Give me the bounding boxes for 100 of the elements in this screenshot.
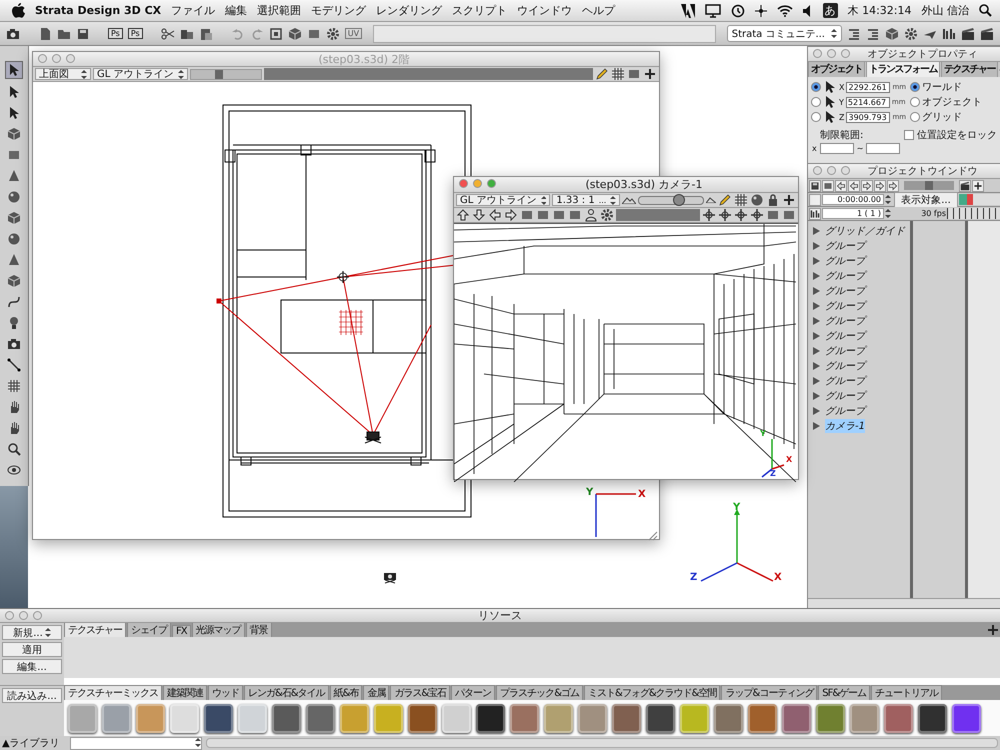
cube-icon[interactable] [288, 26, 302, 40]
community-dropdown[interactable]: Strata コミュニテ... [726, 25, 842, 42]
radio-button[interactable] [811, 112, 821, 122]
texture-swatch[interactable] [510, 704, 539, 732]
resource-tab[interactable]: 光源マップ [192, 622, 245, 637]
menu-item[interactable]: ヘルプ [582, 3, 616, 18]
square-icon[interactable] [536, 208, 550, 222]
eye-icon[interactable] [7, 463, 21, 477]
resize-grip-icon[interactable] [648, 531, 658, 541]
square-icon[interactable] [766, 208, 780, 222]
new-button[interactable]: 新規... [2, 625, 62, 640]
texture-swatch[interactable] [748, 704, 777, 732]
menu-item[interactable]: 編集 [225, 3, 248, 18]
texture-swatch[interactable] [714, 704, 743, 732]
project-item[interactable]: カメラ-1 [825, 418, 865, 432]
project-item[interactable]: グリッド／ガイド [825, 224, 905, 238]
doc-icon[interactable] [38, 26, 52, 40]
project-item[interactable]: グループ [825, 268, 865, 282]
category-tab[interactable]: ミスト&フォグ&クラウド&空間 [584, 685, 720, 700]
bezier-icon[interactable] [7, 295, 21, 309]
texture-swatch[interactable] [578, 704, 607, 732]
frame-rate-field[interactable]: 30 fps [894, 209, 946, 218]
display-icon[interactable] [704, 4, 721, 18]
category-tab[interactable]: レンガ&石&タイル [244, 685, 329, 700]
square-icon[interactable] [822, 180, 834, 192]
disk-icon[interactable] [809, 180, 821, 192]
square-icon[interactable] [552, 208, 566, 222]
line-icon[interactable] [7, 358, 21, 372]
texture-swatch[interactable] [918, 704, 947, 732]
category-tab[interactable]: 金属 [363, 685, 390, 700]
limit-field[interactable] [820, 143, 854, 154]
texture-swatch[interactable] [442, 704, 471, 732]
texture-swatch[interactable] [476, 704, 505, 732]
project-item[interactable]: グループ [825, 344, 865, 358]
cube-icon[interactable] [885, 26, 899, 40]
sphere-icon[interactable] [750, 193, 764, 207]
coordinate-field[interactable]: 2292.261 [846, 82, 890, 92]
photoshop-button[interactable]: Ps [108, 28, 123, 39]
menu-item[interactable]: 選択範囲 [257, 3, 302, 18]
project-item[interactable]: グループ [825, 238, 865, 252]
paste-icon[interactable] [198, 26, 213, 40]
arrow-down-icon[interactable] [472, 208, 486, 222]
clapper-icon[interactable] [959, 180, 971, 192]
sphere-icon[interactable] [7, 232, 21, 246]
radio-button[interactable] [910, 97, 920, 107]
texture-swatch[interactable] [680, 704, 709, 732]
arrow-up-icon[interactable] [456, 208, 470, 222]
load-button[interactable]: 読み込み... [2, 688, 62, 703]
user-name[interactable]: 外山 信治 [922, 3, 969, 18]
radio-button[interactable] [811, 82, 821, 92]
arrow-left-icon[interactable] [488, 208, 502, 222]
texture-swatch[interactable] [850, 704, 879, 732]
texture-swatch[interactable] [952, 704, 981, 732]
volume-icon[interactable] [802, 4, 813, 16]
category-tab[interactable]: 紙&布 [330, 685, 362, 700]
stepper-arrows-icon[interactable] [44, 628, 51, 637]
gear-icon[interactable] [904, 26, 918, 40]
clock-icon[interactable] [730, 4, 745, 18]
menu-clock[interactable]: 木 14:32:14 [848, 3, 912, 18]
category-tab[interactable]: チュートリアル [871, 685, 942, 700]
bulb-icon[interactable] [7, 316, 21, 330]
filter-button[interactable]: 表示対象... [894, 192, 958, 208]
edit-button[interactable]: 編集... [2, 659, 62, 674]
texture-swatch[interactable] [238, 704, 267, 732]
bars-icon[interactable] [809, 208, 821, 220]
frame-field[interactable]: 1 ( 1 ) [822, 208, 884, 219]
apply-button[interactable]: 適用 [2, 642, 62, 657]
sphere-icon[interactable] [7, 190, 21, 204]
texture-swatch[interactable] [544, 704, 573, 732]
cone-icon[interactable] [7, 253, 21, 267]
square-icon[interactable] [520, 208, 534, 222]
camera-icon[interactable] [6, 26, 20, 40]
slider-thumb[interactable] [925, 181, 933, 190]
horizontal-scrollbar[interactable] [206, 738, 998, 748]
move-icon[interactable] [718, 208, 732, 222]
clapper-icon[interactable] [980, 26, 994, 40]
time-field[interactable]: 0:00:00.00 [822, 194, 884, 205]
category-tab[interactable]: ウッド [208, 685, 243, 700]
texture-swatch[interactable] [408, 704, 437, 732]
cone-icon[interactable] [7, 169, 21, 183]
category-tab[interactable]: テクスチャーミックス [64, 685, 162, 700]
arrow-right-icon[interactable] [887, 180, 899, 192]
cube-icon[interactable] [7, 211, 21, 225]
move-icon[interactable] [754, 4, 767, 16]
texture-swatch[interactable] [68, 704, 97, 732]
view-dropdown[interactable]: 上面図 [35, 68, 91, 80]
adobe-icon[interactable] [680, 4, 695, 18]
project-item[interactable]: グループ [825, 328, 865, 342]
camera-icon[interactable] [383, 572, 397, 584]
texture-swatch[interactable] [374, 704, 403, 732]
project-item[interactable]: グループ [825, 314, 865, 328]
stepper-arrows-icon[interactable] [831, 29, 837, 38]
search-icon[interactable] [979, 4, 992, 17]
stepper-arrows-icon[interactable] [81, 70, 87, 78]
square-icon[interactable] [7, 148, 21, 162]
project-item[interactable]: グループ [825, 254, 865, 268]
input-method-indicator[interactable]: あ [822, 3, 838, 18]
project-item[interactable]: グループ [825, 284, 865, 298]
cube-icon[interactable] [7, 127, 21, 141]
cube-icon[interactable] [7, 274, 21, 288]
